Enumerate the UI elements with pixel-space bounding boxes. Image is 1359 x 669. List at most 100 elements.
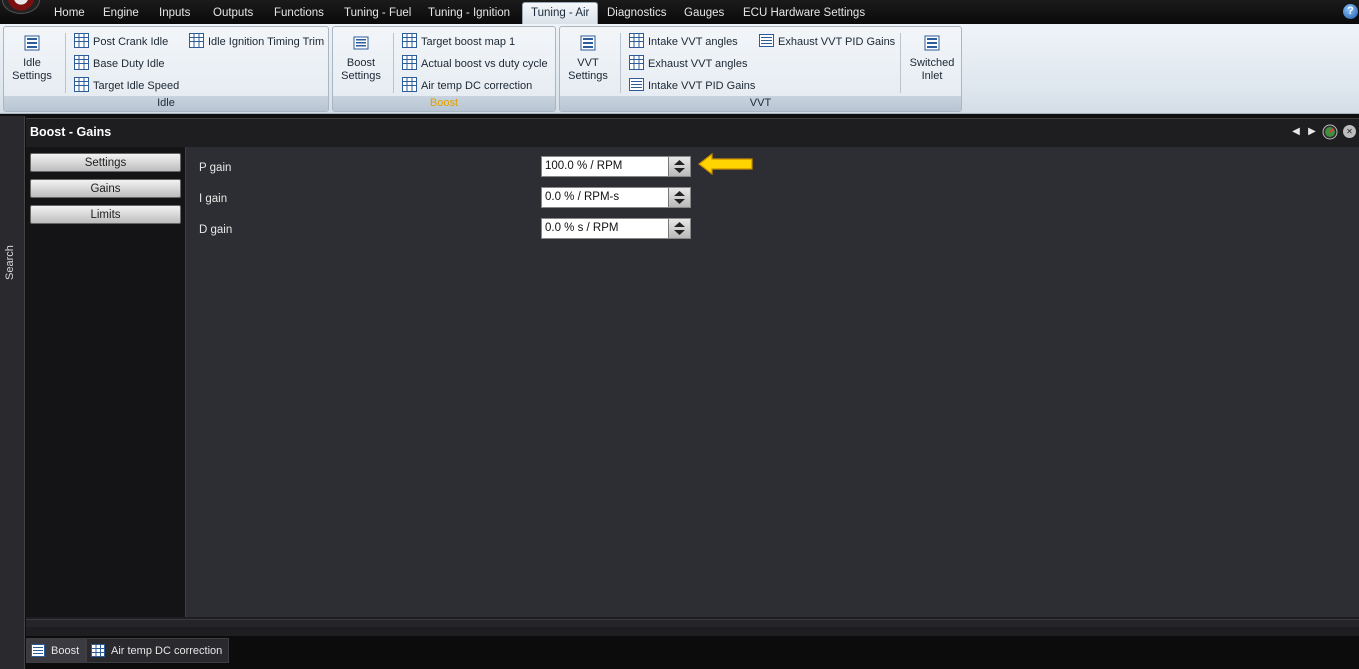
pointer-arrow-icon bbox=[698, 153, 753, 175]
d-gain-spinner[interactable]: 0.0 % s / RPM bbox=[541, 218, 691, 239]
menu-bar: Home Engine Inputs Outputs Functions Tun… bbox=[0, 0, 1359, 24]
gains-form: P gain 100.0 % / RPM I gain 0.0 % / RPM-… bbox=[185, 147, 1359, 617]
nav-gains-button[interactable]: Gains bbox=[30, 179, 181, 198]
ribbon-group-idle: Idle Settings Post Crank Idle Base Duty … bbox=[3, 26, 329, 112]
list-icon bbox=[759, 34, 774, 47]
app-logo[interactable] bbox=[2, 0, 40, 14]
ribbon-group-boost: Boost Settings Target boost map 1 Actual… bbox=[332, 26, 556, 112]
actual-boost-vs-duty-button[interactable]: Actual boost vs duty cycle bbox=[402, 55, 548, 71]
d-gain-value[interactable]: 0.0 % s / RPM bbox=[545, 222, 619, 234]
i-gain-spin-buttons[interactable] bbox=[668, 188, 690, 207]
ribbon: Idle Settings Post Crank Idle Base Duty … bbox=[0, 24, 1359, 114]
boost-gains-panel: Boost - Gains ◀ ▶ ✕ Settings Gains Limit… bbox=[26, 118, 1359, 636]
help-icon[interactable]: ? bbox=[1343, 4, 1358, 19]
boost-settings-line2: Settings bbox=[341, 70, 381, 82]
i-gain-value[interactable]: 0.0 % / RPM-s bbox=[545, 191, 619, 203]
post-crank-idle-label: Post Crank Idle bbox=[93, 36, 169, 48]
boost-settings-line1: Boost bbox=[346, 57, 376, 69]
spin-arrows-icon[interactable] bbox=[672, 159, 687, 174]
idle-ignition-timing-trim-label: Idle Ignition Timing Trim bbox=[208, 36, 325, 48]
spin-arrows-icon[interactable] bbox=[672, 190, 687, 205]
nav-limits-button[interactable]: Limits bbox=[30, 205, 181, 224]
table-icon bbox=[629, 33, 644, 48]
divider bbox=[393, 33, 394, 93]
gauge-icon[interactable] bbox=[1322, 124, 1338, 140]
panel-footer bbox=[26, 619, 1359, 627]
divider bbox=[65, 33, 66, 93]
intake-vvt-pid-gains-label: Intake VVT PID Gains bbox=[648, 80, 756, 92]
tab-tuning-ignition[interactable]: Tuning - Ignition bbox=[420, 4, 518, 24]
d-gain-spin-buttons[interactable] bbox=[668, 219, 690, 238]
base-duty-idle-label: Base Duty Idle bbox=[93, 58, 165, 70]
doc-tab-boost-label: Boost bbox=[51, 645, 80, 657]
post-crank-idle-button[interactable]: Post Crank Idle bbox=[74, 33, 168, 49]
air-temp-dc-correction-label: Air temp DC correction bbox=[421, 80, 533, 92]
panel-title: Boost - Gains bbox=[30, 125, 112, 139]
intake-vvt-angles-label: Intake VVT angles bbox=[648, 36, 738, 48]
table-icon bbox=[629, 55, 644, 70]
doc-tab-boost[interactable]: Boost bbox=[26, 638, 87, 663]
tab-tuning-fuel[interactable]: Tuning - Fuel bbox=[336, 4, 419, 24]
close-icon[interactable]: ✕ bbox=[1343, 125, 1356, 138]
table-icon bbox=[402, 55, 417, 70]
table-icon bbox=[402, 33, 417, 48]
doc-tab-air-temp-dc-correction[interactable]: Air temp DC correction bbox=[86, 638, 230, 663]
search-sidebar[interactable]: Search bbox=[0, 116, 25, 669]
divider bbox=[620, 33, 621, 93]
idle-settings-line1: Idle bbox=[23, 57, 41, 69]
base-duty-idle-button[interactable]: Base Duty Idle bbox=[74, 55, 165, 71]
p-gain-spinner[interactable]: 100.0 % / RPM bbox=[541, 156, 691, 177]
boost-settings-button[interactable]: Boost Settings bbox=[337, 35, 385, 83]
switched-inlet-button[interactable]: Switched Inlet bbox=[906, 35, 958, 83]
switched-inlet-line1: Switched bbox=[909, 57, 955, 69]
vvt-settings-line1: VVT bbox=[577, 57, 599, 69]
vvt-settings-button[interactable]: VVT Settings bbox=[564, 35, 612, 83]
idle-settings-button[interactable]: Idle Settings bbox=[8, 35, 56, 83]
search-tab-label[interactable]: Search bbox=[4, 245, 16, 280]
idle-ignition-timing-trim-button[interactable]: Idle Ignition Timing Trim bbox=[189, 33, 324, 49]
tab-engine[interactable]: Engine bbox=[95, 4, 147, 24]
settings-list-icon bbox=[353, 36, 369, 50]
nav-settings-button[interactable]: Settings bbox=[30, 153, 181, 172]
p-gain-label: P gain bbox=[199, 162, 232, 174]
next-arrow-icon[interactable]: ▶ bbox=[1306, 126, 1318, 138]
previous-arrow-icon[interactable]: ◀ bbox=[1290, 126, 1302, 138]
target-boost-map-label: Target boost map 1 bbox=[421, 36, 516, 48]
intake-vvt-pid-gains-button[interactable]: Intake VVT PID Gains bbox=[629, 77, 755, 93]
intake-vvt-angles-button[interactable]: Intake VVT angles bbox=[629, 33, 738, 49]
i-gain-spinner[interactable]: 0.0 % / RPM-s bbox=[541, 187, 691, 208]
tab-functions[interactable]: Functions bbox=[266, 4, 332, 24]
tab-inputs[interactable]: Inputs bbox=[151, 4, 198, 24]
tab-ecu-hardware-settings[interactable]: ECU Hardware Settings bbox=[735, 4, 873, 24]
idle-settings-line2: Settings bbox=[12, 70, 52, 82]
switched-inlet-line2: Inlet bbox=[921, 70, 943, 82]
ribbon-group-label-boost: Boost bbox=[333, 96, 555, 111]
settings-grid-icon bbox=[924, 35, 940, 51]
doc-tab-air-temp-label: Air temp DC correction bbox=[111, 645, 223, 657]
p-gain-value[interactable]: 100.0 % / RPM bbox=[545, 160, 622, 172]
tab-home[interactable]: Home bbox=[46, 4, 93, 24]
exhaust-vvt-angles-button[interactable]: Exhaust VVT angles bbox=[629, 55, 747, 71]
exhaust-vvt-pid-gains-label: Exhaust VVT PID Gains bbox=[778, 36, 896, 48]
table-icon bbox=[74, 55, 89, 70]
target-boost-map-button[interactable]: Target boost map 1 bbox=[402, 33, 515, 49]
list-icon bbox=[31, 644, 45, 657]
tab-outputs[interactable]: Outputs bbox=[205, 4, 261, 24]
divider bbox=[900, 33, 901, 93]
air-temp-dc-correction-button[interactable]: Air temp DC correction bbox=[402, 77, 532, 93]
tab-diagnostics[interactable]: Diagnostics bbox=[599, 4, 674, 24]
p-gain-spin-buttons[interactable] bbox=[668, 157, 690, 176]
ribbon-group-label-vvt: VVT bbox=[560, 96, 961, 111]
table-icon bbox=[74, 77, 89, 92]
settings-grid-icon bbox=[24, 35, 40, 51]
table-icon bbox=[91, 644, 105, 657]
spin-arrows-icon[interactable] bbox=[672, 221, 687, 236]
i-gain-label: I gain bbox=[199, 193, 228, 205]
exhaust-vvt-pid-gains-button[interactable]: Exhaust VVT PID Gains bbox=[759, 33, 895, 49]
tab-tuning-air[interactable]: Tuning - Air bbox=[522, 2, 599, 24]
document-tabs: Boost Air temp DC correction bbox=[26, 636, 1359, 669]
table-icon bbox=[402, 77, 417, 92]
target-idle-speed-label: Target Idle Speed bbox=[93, 80, 180, 92]
tab-gauges[interactable]: Gauges bbox=[676, 4, 732, 24]
target-idle-speed-button[interactable]: Target Idle Speed bbox=[74, 77, 179, 93]
